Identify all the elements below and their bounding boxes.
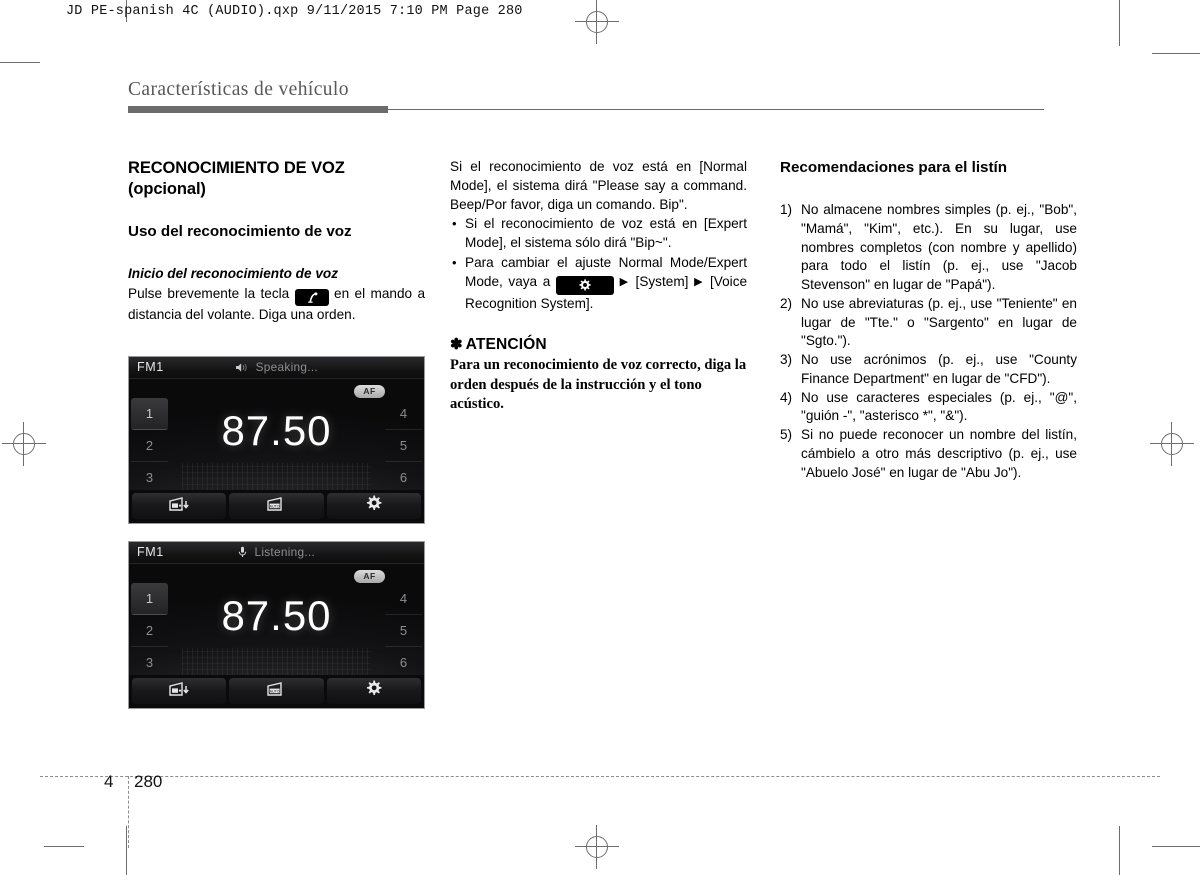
head-unit-1-floor-texture bbox=[182, 463, 371, 491]
attention-block: ✽ ATENCIÓN Para un reconocimiento de voz … bbox=[450, 335, 747, 414]
registration-mark-bottom bbox=[575, 825, 619, 869]
folio-chapter-number: 4 bbox=[104, 772, 114, 791]
head-unit-1-status-text: Speaking... bbox=[255, 360, 318, 374]
crop-mark-bottom-right-horizontal bbox=[1152, 846, 1200, 848]
crop-mark-bottom-left-horizontal bbox=[44, 846, 84, 848]
head-unit-1-top-bar: FM1 Speaking... bbox=[129, 357, 424, 379]
menu-path-system: [System] bbox=[635, 273, 689, 289]
running-head-thin-rule bbox=[388, 108, 1044, 110]
radio-autostore-button[interactable]: AUTO bbox=[229, 678, 324, 704]
radio-autostore-icon: AUTO bbox=[265, 680, 287, 703]
list-item-number: 1) bbox=[780, 202, 793, 217]
print-slug-line: JD PE-spanish 4C (AUDIO).qxp 9/11/2015 7… bbox=[66, 4, 523, 19]
column-left: RECONOCIMIENTO DE VOZ (opcional) Uso del… bbox=[128, 158, 425, 324]
list-item: 1) No almacene nombres simples (p. ej., … bbox=[780, 201, 1077, 295]
preset-button-6[interactable]: 6 bbox=[385, 462, 422, 493]
head-unit-2-status-text: Listening... bbox=[254, 545, 316, 559]
head-unit-2-top-bar: FM1 Listening... bbox=[129, 542, 424, 564]
arrow-right-icon-1: ▶ bbox=[619, 275, 630, 288]
settings-gear-icon bbox=[364, 679, 383, 703]
list-item-number: 3) bbox=[780, 352, 793, 367]
crop-mark-top-right-horizontal bbox=[1152, 53, 1200, 55]
radio-autostore-button[interactable]: AUTO bbox=[229, 493, 324, 519]
list-item: 5) Si no puede reconocer un nombre del l… bbox=[780, 426, 1077, 482]
running-head-thick-rule bbox=[128, 105, 388, 113]
list-item-number: 5) bbox=[780, 427, 793, 442]
list-item-text: No use acrónimos (p. ej., use "County Fi… bbox=[801, 352, 1077, 386]
column-middle: Si el reconocimiento de voz está en [Nor… bbox=[450, 158, 747, 414]
running-head: Características de vehículo bbox=[128, 80, 1044, 114]
sub-subsection-title: Inicio del reconocimiento de voz bbox=[128, 265, 338, 281]
registration-mark-right bbox=[1150, 422, 1194, 466]
list-item: 2) No use abreviaturas (p. ej., use "Ten… bbox=[780, 295, 1077, 351]
head-unit-2-button-bar: AUTO bbox=[129, 675, 424, 708]
crop-mark-bottom-left-vertical bbox=[126, 826, 128, 875]
head-unit-screenshot-speaking: FM1 Speaking... AF 1 2 3 4 5 6 87.50 AUT… bbox=[128, 356, 425, 524]
attention-heading-text: ATENCIÓN bbox=[465, 336, 547, 354]
running-head-rules bbox=[128, 105, 1044, 114]
gear-setup-key-icon bbox=[555, 275, 614, 295]
list-item: 3) No use acrónimos (p. ej., use "County… bbox=[780, 351, 1077, 389]
radio-save-preset-icon bbox=[167, 495, 191, 518]
head-unit-screenshot-listening: FM1 Listening... AF 1 2 3 4 5 6 87.50 AU… bbox=[128, 541, 425, 709]
bullet-expert-mode: Si el reconocimiento de voz está en [Exp… bbox=[450, 215, 747, 253]
head-unit-2-af-badge[interactable]: AF bbox=[354, 570, 385, 583]
speaker-sound-icon bbox=[235, 362, 248, 376]
list-item-text: No almacene nombres simples (p. ej., "Bo… bbox=[801, 202, 1077, 292]
head-unit-2-floor-texture bbox=[182, 648, 371, 676]
running-head-title: Características de vehículo bbox=[128, 79, 349, 100]
preset-button-3[interactable]: 3 bbox=[131, 462, 168, 493]
svg-text:AUTO: AUTO bbox=[270, 689, 280, 693]
mode-bullet-list: Si el reconocimiento de voz está en [Exp… bbox=[450, 215, 747, 313]
folio-page-number: 280 bbox=[134, 772, 163, 791]
normal-mode-paragraph: Si el reconocimiento de voz está en [Nor… bbox=[450, 159, 747, 212]
list-item-number: 2) bbox=[780, 295, 793, 311]
registration-mark-top bbox=[575, 0, 619, 44]
recommendations-list: 1) No almacene nombres simples (p. ej., … bbox=[780, 201, 1077, 482]
attention-body: Para un reconocimiento de voz correcto, … bbox=[450, 357, 747, 413]
preset-button-6[interactable]: 6 bbox=[385, 647, 422, 678]
settings-gear-button[interactable] bbox=[326, 678, 421, 704]
radio-save-preset-icon bbox=[167, 680, 191, 703]
head-unit-1-button-bar: AUTO bbox=[129, 490, 424, 523]
subsection-title: Uso del reconocimiento de voz bbox=[128, 222, 352, 240]
registration-mark-left bbox=[2, 422, 46, 466]
section-title: RECONOCIMIENTO DE VOZ (opcional) bbox=[128, 159, 345, 198]
head-unit-2-body: AF 1 2 3 4 5 6 87.50 bbox=[129, 564, 424, 676]
arrow-right-icon-2: ▶ bbox=[694, 275, 705, 288]
head-unit-1-body: AF 1 2 3 4 5 6 87.50 bbox=[129, 379, 424, 491]
head-unit-1-af-badge[interactable]: AF bbox=[354, 385, 385, 398]
head-unit-2-status: Listening... bbox=[129, 545, 424, 561]
list-item-number: 4) bbox=[780, 389, 793, 405]
radio-save-preset-button[interactable] bbox=[132, 493, 227, 519]
voice-start-paragraph: Pulse brevemente la tecla en el mando a … bbox=[128, 285, 425, 325]
settings-gear-icon bbox=[364, 494, 383, 518]
crop-mark-bottom-right-vertical bbox=[1119, 826, 1121, 875]
radio-autostore-icon: AUTO bbox=[265, 495, 287, 518]
voice-command-key-icon bbox=[294, 288, 329, 306]
preset-button-3[interactable]: 3 bbox=[131, 647, 168, 678]
voice-start-paragraph-part1: Pulse brevemente la tecla bbox=[128, 285, 290, 301]
microphone-icon bbox=[238, 546, 247, 561]
list-item-text: No use caracteres especiales (p. ej., "@… bbox=[801, 389, 1077, 424]
crop-mark-top-right-vertical bbox=[1119, 0, 1121, 46]
head-unit-1-status: Speaking... bbox=[129, 360, 424, 376]
column-right: Recomendaciones para el listín 1) No alm… bbox=[780, 158, 1077, 482]
asterisk-icon: ✽ bbox=[450, 336, 463, 354]
recommendations-heading: Recomendaciones para el listín bbox=[780, 159, 1008, 176]
crop-mark-top-left-horizontal bbox=[0, 62, 40, 64]
list-item-text: No use abreviaturas (p. ej., use "Tenien… bbox=[801, 295, 1077, 349]
footer-dashed-rule bbox=[40, 776, 1160, 777]
head-unit-2-frequency: 87.50 bbox=[221, 592, 332, 639]
list-item-text: Si no puede reconocer un nombre del list… bbox=[801, 427, 1077, 480]
bullet-change-mode: Para cambiar el ajuste Normal Mode/Exper… bbox=[450, 254, 747, 314]
head-unit-1-frequency: 87.50 bbox=[221, 407, 332, 454]
attention-heading: ✽ ATENCIÓN bbox=[450, 335, 747, 354]
radio-save-preset-button[interactable] bbox=[132, 678, 227, 704]
footer-dashed-divider bbox=[128, 776, 129, 848]
list-item: 4) No use caracteres especiales (p. ej.,… bbox=[780, 389, 1077, 427]
settings-gear-button[interactable] bbox=[326, 493, 421, 519]
svg-text:AUTO: AUTO bbox=[270, 504, 280, 508]
